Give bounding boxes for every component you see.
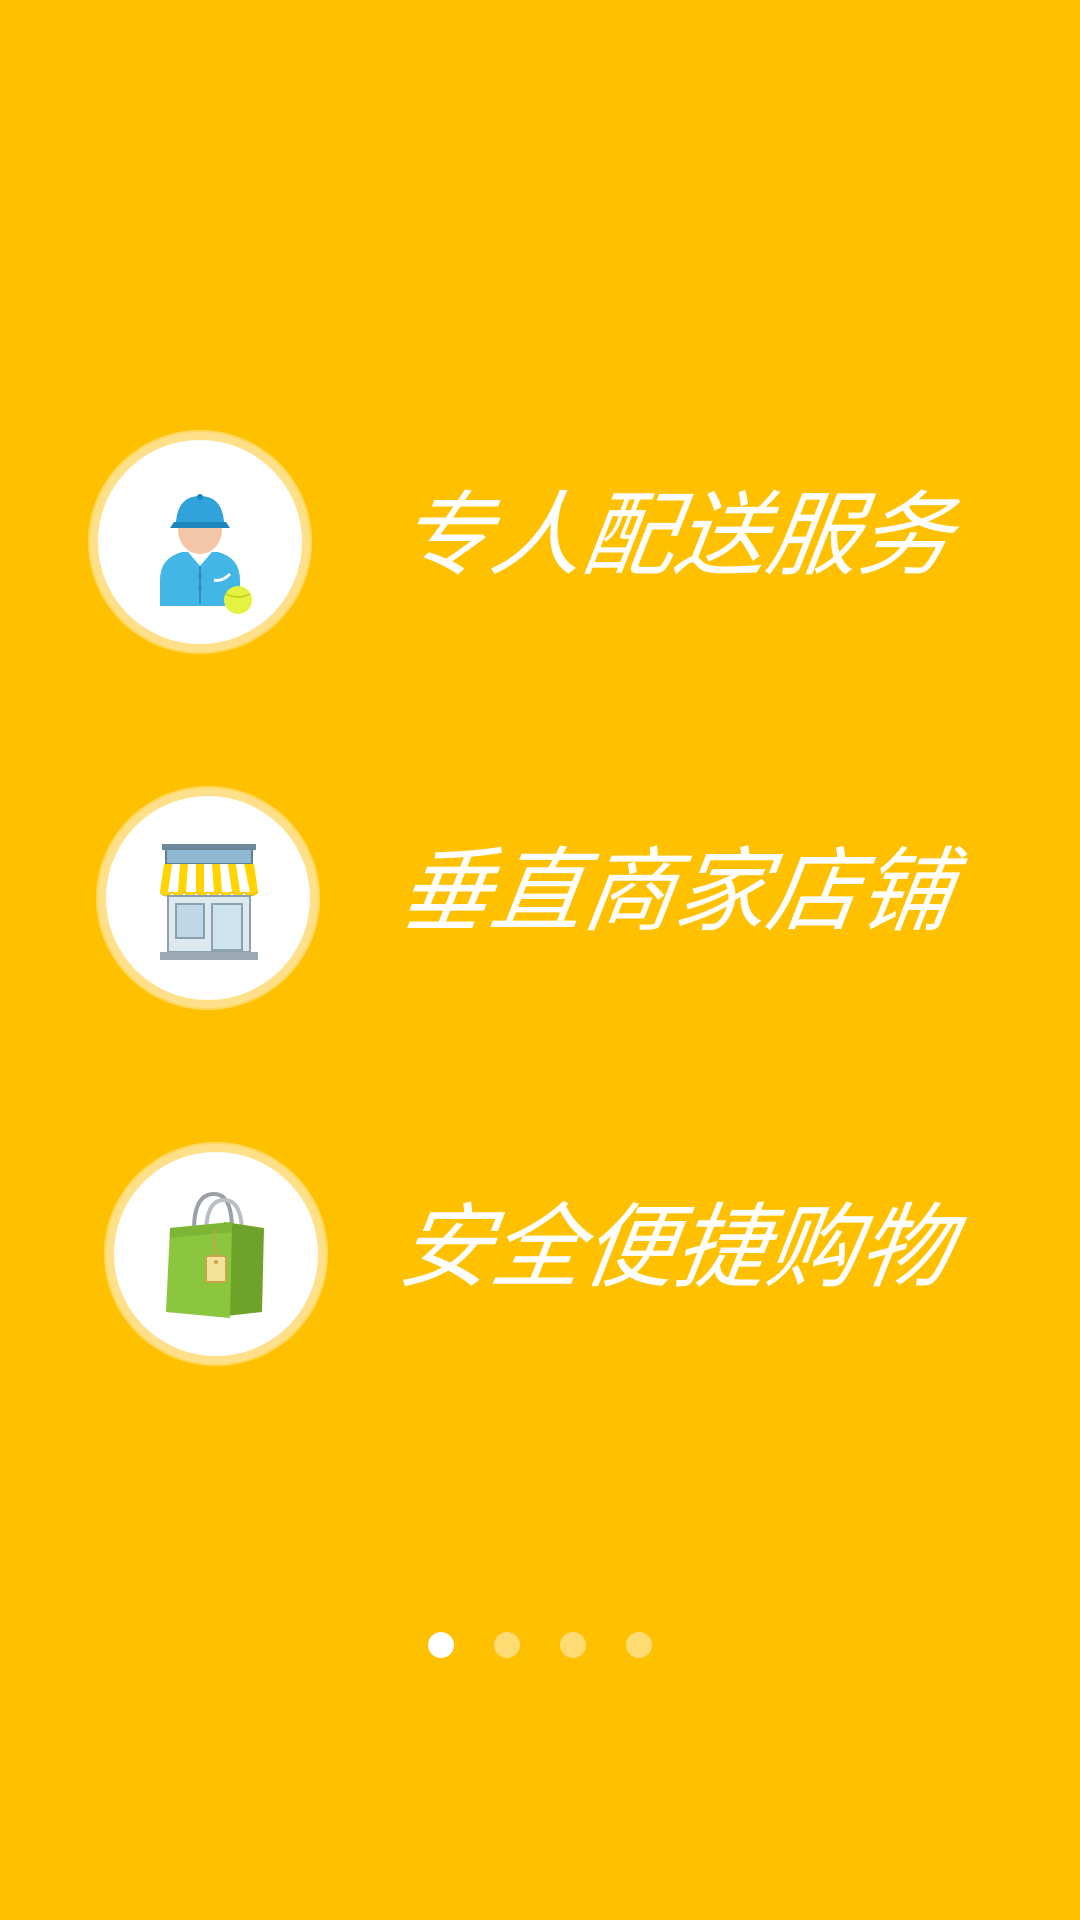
page-indicator <box>0 1632 1080 1662</box>
feature-label-shopping: 安全便捷购物 <box>392 1194 960 1301</box>
page-dot-4[interactable] <box>626 1632 652 1658</box>
feature-label-delivery: 专人配送服务 <box>392 482 960 589</box>
feature-row-delivery: 专人配送服务 <box>0 432 1080 652</box>
feature-row-shopping: 安全便捷购物 <box>0 1144 1080 1364</box>
delivery-person-icon <box>160 494 252 614</box>
storefront-icon <box>159 844 259 960</box>
page-dot-2[interactable] <box>494 1632 520 1658</box>
onboarding-screen[interactable]: 专人配送服务 垂直商家店铺 安全便捷购物 <box>0 0 1080 1920</box>
feature-row-store: 垂直商家店铺 <box>0 788 1080 1008</box>
delivery-icon-circle <box>90 432 310 652</box>
shopping-bag-icon <box>166 1191 264 1318</box>
shopping-icon-circle <box>106 1144 326 1364</box>
page-dot-3[interactable] <box>560 1632 586 1658</box>
store-icon-circle <box>98 788 318 1008</box>
page-dot-1[interactable] <box>428 1632 454 1658</box>
feature-label-store: 垂直商家店铺 <box>392 838 960 945</box>
